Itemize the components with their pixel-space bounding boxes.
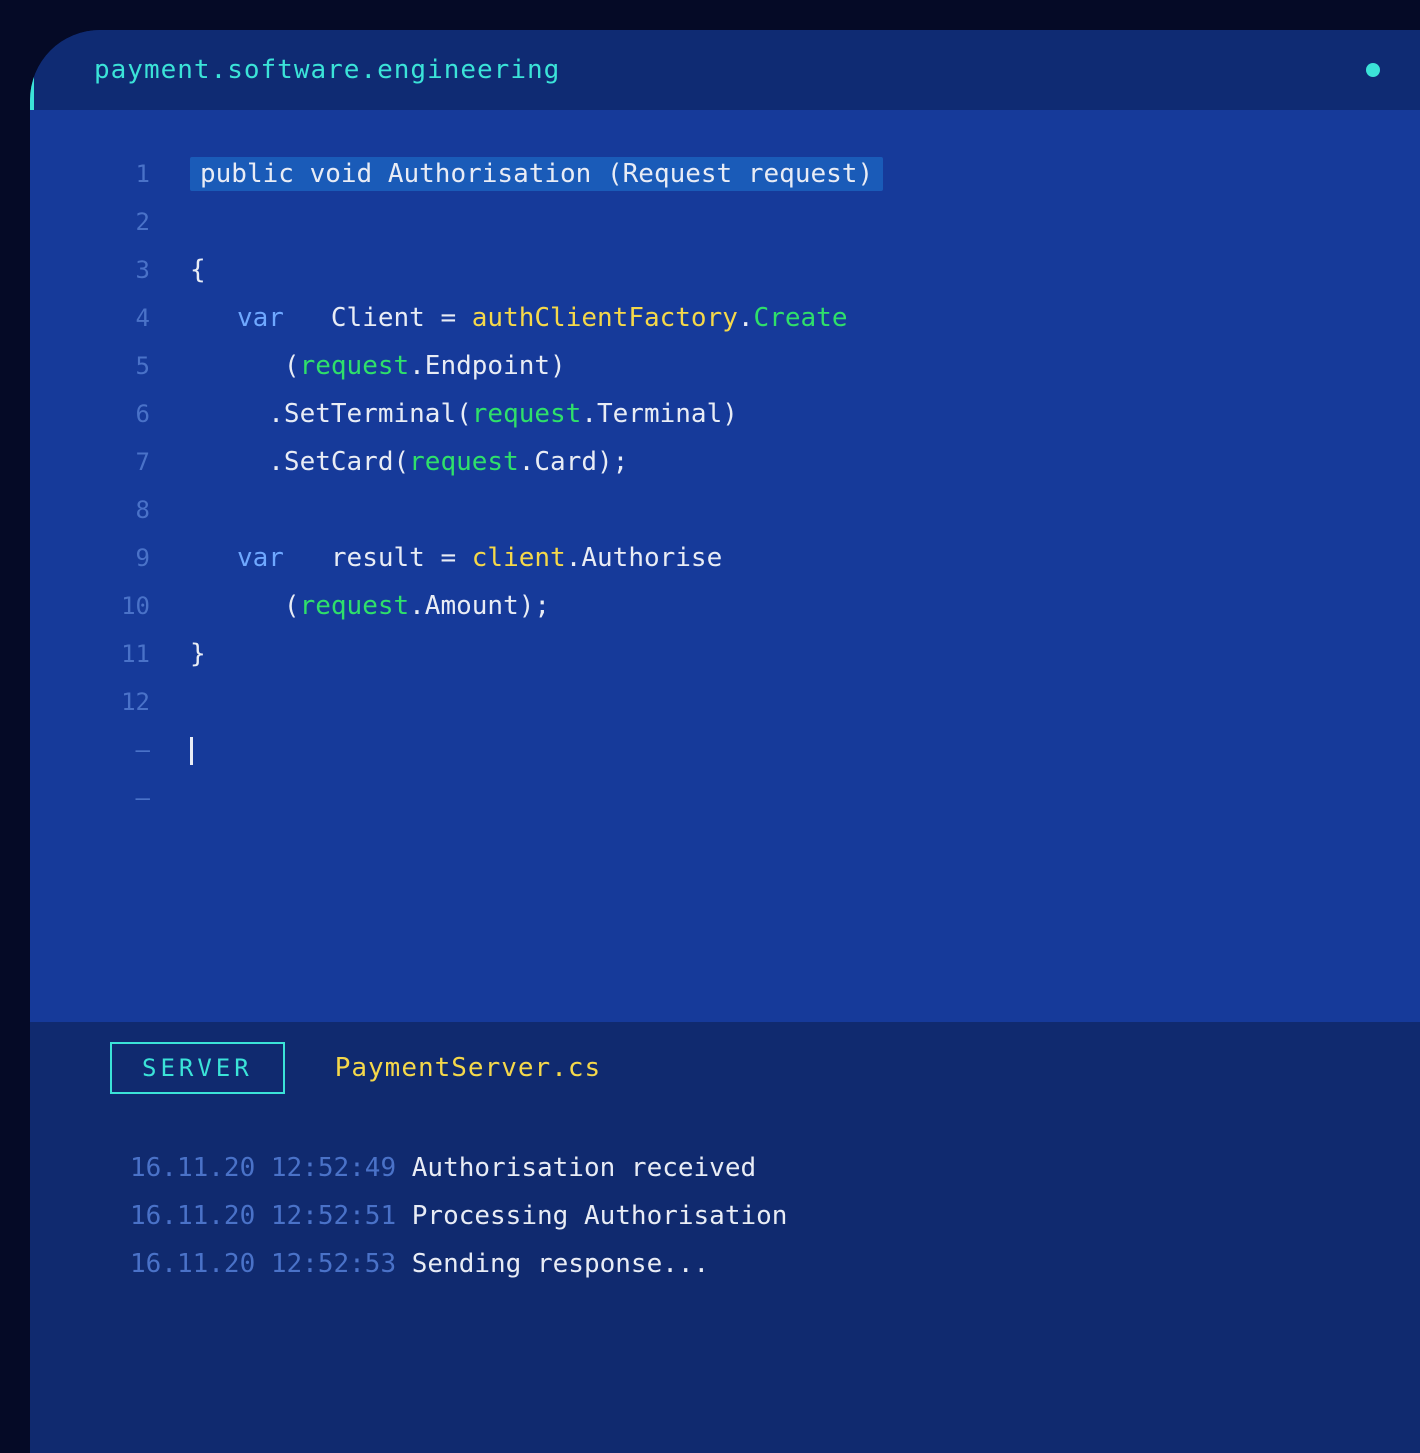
code-line[interactable]: 9 var result = client.Authorise bbox=[30, 534, 1420, 582]
code-line[interactable]: 8 bbox=[30, 486, 1420, 534]
code-line[interactable]: 12 bbox=[30, 678, 1420, 726]
line-number: – bbox=[30, 774, 190, 822]
code-line[interactable]: 11} bbox=[30, 630, 1420, 678]
line-number: 8 bbox=[30, 486, 190, 534]
code-content[interactable]: var Client = authClientFactory.Create bbox=[190, 294, 847, 342]
code-line[interactable]: 6 .SetTerminal(request.Terminal) bbox=[30, 390, 1420, 438]
line-number: 4 bbox=[30, 294, 190, 342]
code-content[interactable]: .SetTerminal(request.Terminal) bbox=[190, 390, 738, 438]
code-content[interactable]: (request.Endpoint) bbox=[190, 342, 566, 390]
code-line[interactable]: 1public void Authorisation (Request requ… bbox=[30, 150, 1420, 198]
code-content[interactable] bbox=[190, 726, 193, 774]
log-line: 16.11.20 12:52:49 Authorisation received bbox=[130, 1144, 1420, 1192]
line-number: 11 bbox=[30, 630, 190, 678]
tab-server[interactable]: SERVER bbox=[110, 1042, 285, 1094]
log-timestamp: 16.11.20 12:52:49 bbox=[130, 1153, 412, 1183]
line-number: 6 bbox=[30, 390, 190, 438]
code-content[interactable]: } bbox=[190, 630, 206, 678]
code-content[interactable]: var result = client.Authorise bbox=[190, 534, 722, 582]
log-message: Sending response... bbox=[412, 1249, 709, 1279]
code-editor[interactable]: 1public void Authorisation (Request requ… bbox=[30, 110, 1420, 1022]
title-bar: payment.software.engineering bbox=[30, 30, 1420, 110]
log-panel: 16.11.20 12:52:49 Authorisation received… bbox=[30, 1114, 1420, 1453]
code-content[interactable]: (request.Amount); bbox=[190, 582, 550, 630]
log-line: 16.11.20 12:52:51 Processing Authorisati… bbox=[130, 1192, 1420, 1240]
line-number: 5 bbox=[30, 342, 190, 390]
line-number: 9 bbox=[30, 534, 190, 582]
line-number: 3 bbox=[30, 246, 190, 294]
text-cursor-icon bbox=[190, 737, 193, 765]
editor-window: payment.software.engineering 1public voi… bbox=[30, 30, 1420, 1453]
modified-dot-icon bbox=[1366, 63, 1380, 77]
line-number: – bbox=[30, 726, 190, 774]
code-line[interactable]: – bbox=[30, 726, 1420, 774]
code-line[interactable]: 4 var Client = authClientFactory.Create bbox=[30, 294, 1420, 342]
line-number: 1 bbox=[30, 150, 190, 198]
code-line[interactable]: 10 (request.Amount); bbox=[30, 582, 1420, 630]
code-content[interactable]: public void Authorisation (Request reque… bbox=[190, 150, 883, 198]
line-number: 7 bbox=[30, 438, 190, 486]
code-line[interactable]: 7 .SetCard(request.Card); bbox=[30, 438, 1420, 486]
code-content[interactable]: { bbox=[190, 246, 206, 294]
tab-file[interactable]: PaymentServer.cs bbox=[335, 1053, 601, 1083]
code-line[interactable]: 5 (request.Endpoint) bbox=[30, 342, 1420, 390]
line-number: 10 bbox=[30, 582, 190, 630]
code-line[interactable]: 3{ bbox=[30, 246, 1420, 294]
panel-tabs: SERVER PaymentServer.cs bbox=[30, 1022, 1420, 1114]
log-timestamp: 16.11.20 12:52:51 bbox=[130, 1201, 412, 1231]
code-line[interactable]: 2 bbox=[30, 198, 1420, 246]
window-title: payment.software.engineering bbox=[94, 55, 560, 85]
line-number: 2 bbox=[30, 198, 190, 246]
log-line: 16.11.20 12:52:53 Sending response... bbox=[130, 1240, 1420, 1288]
line-number: 12 bbox=[30, 678, 190, 726]
log-timestamp: 16.11.20 12:52:53 bbox=[130, 1249, 412, 1279]
code-line[interactable]: – bbox=[30, 774, 1420, 822]
log-message: Processing Authorisation bbox=[412, 1201, 788, 1231]
code-content[interactable]: .SetCard(request.Card); bbox=[190, 438, 628, 486]
highlighted-code: public void Authorisation (Request reque… bbox=[190, 157, 883, 191]
log-message: Authorisation received bbox=[412, 1153, 756, 1183]
